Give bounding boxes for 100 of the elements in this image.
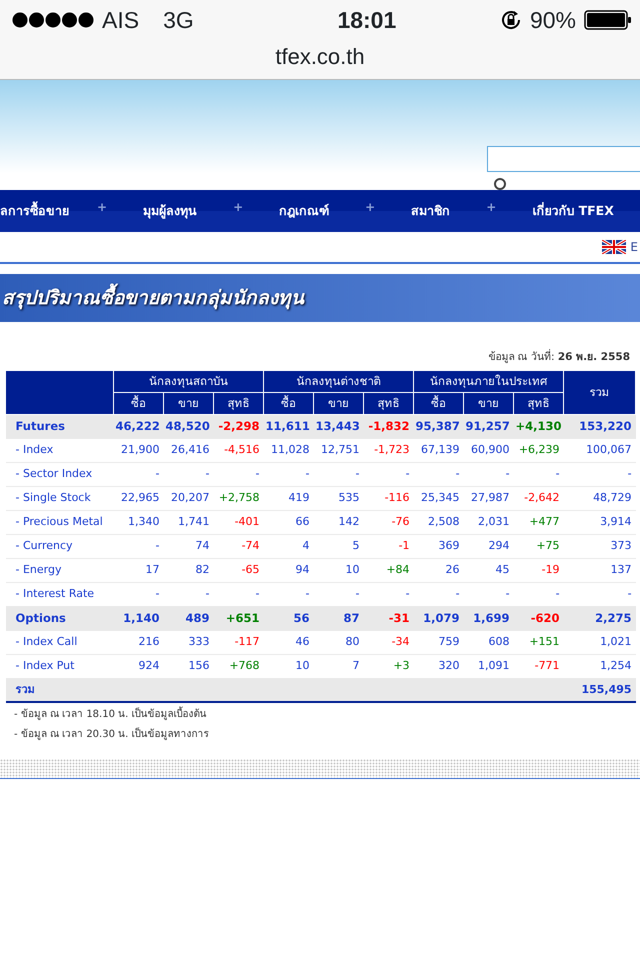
table-cell: 20,207 (164, 486, 214, 510)
table-cell: +651 (214, 606, 264, 630)
column-header: รวม (564, 370, 636, 414)
table-cell: 333 (164, 630, 214, 654)
table-cell: 12,751 (314, 438, 364, 462)
table-cell: - (364, 582, 414, 606)
nav-link[interactable]: กฎเกณฑ์ (279, 202, 330, 220)
search-icon[interactable] (493, 176, 507, 190)
table-cell: 11,028 (264, 438, 314, 462)
table-cell: 25,345 (414, 486, 464, 510)
row-label: - Index (6, 438, 114, 462)
total-value: 155,495 (564, 678, 636, 702)
nav-link[interactable]: มุมผู้ลงทุน (143, 202, 198, 220)
table-cell: -76 (364, 510, 414, 534)
column-header: ขาย (464, 392, 514, 414)
row-label: - Energy (6, 558, 114, 582)
table-cell: 216 (114, 630, 164, 654)
table-cell: 142 (314, 510, 364, 534)
table-cell: -620 (514, 606, 564, 630)
battery-icon (584, 10, 632, 30)
column-header: สุทธิ (364, 392, 414, 414)
table-cell: 1,254 (564, 654, 636, 678)
table-cell: +6,239 (514, 438, 564, 462)
signal-icon (12, 12, 94, 28)
table-cell: -771 (514, 654, 564, 678)
table-cell: 1,091 (464, 654, 514, 678)
column-header: สุทธิ (514, 392, 564, 414)
table-cell: 94 (264, 558, 314, 582)
table-cell: 535 (314, 486, 364, 510)
table-cell: -19 (514, 558, 564, 582)
column-group-header: นักลงทุนภายในประเทศ (414, 370, 564, 392)
column-header: ซื้อ (264, 392, 314, 414)
table-cell: 74 (164, 534, 214, 558)
table-cell: 924 (114, 654, 164, 678)
table-cell: 137 (564, 558, 636, 582)
table-cell: -65 (214, 558, 264, 582)
table-cell: 320 (414, 654, 464, 678)
table-cell: -117 (214, 630, 264, 654)
table-cell: 67,139 (414, 438, 464, 462)
table-cell: 1,340 (114, 510, 164, 534)
table-cell: -34 (364, 630, 414, 654)
table-cell: 17 (114, 558, 164, 582)
column-group-header: นักลงทุนสถาบัน (114, 370, 264, 392)
table-cell: - (564, 462, 636, 486)
table-cell: +84 (364, 558, 414, 582)
table-cell: -4,516 (214, 438, 264, 462)
table-cell: - (414, 582, 464, 606)
table-cell: - (214, 582, 264, 606)
table-cell: 13,443 (314, 414, 364, 438)
table-cell: 46,222 (114, 414, 164, 438)
nav-separator: + (233, 199, 244, 216)
nav-link[interactable]: สมาชิก (411, 202, 450, 220)
url-text[interactable]: tfex.co.th (275, 40, 365, 73)
table-cell: 80 (314, 630, 364, 654)
table-cell: - (114, 534, 164, 558)
table-cell: - (514, 462, 564, 486)
clock-time: 18:01 (336, 6, 398, 35)
table-cell: +4,130 (514, 414, 564, 438)
table-cell: +151 (514, 630, 564, 654)
flag-icon[interactable] (602, 240, 626, 254)
table-cell: 1,021 (564, 630, 636, 654)
table-cell: 5 (314, 534, 364, 558)
table-cell: +768 (214, 654, 264, 678)
column-header: ซื้อ (114, 392, 164, 414)
table-cell: 22,965 (114, 486, 164, 510)
table-cell: 1,699 (464, 606, 514, 630)
table-cell: - (214, 462, 264, 486)
network-label: 3G (163, 6, 194, 35)
column-header: ซื้อ (414, 392, 464, 414)
table-cell: 26,416 (164, 438, 214, 462)
table-cell: 1,079 (414, 606, 464, 630)
table-cell: - (464, 462, 514, 486)
table-cell: -1,832 (364, 414, 414, 438)
table-cell: 294 (464, 534, 514, 558)
table-cell: 4 (264, 534, 314, 558)
column-header: สุทธิ (214, 392, 264, 414)
table-cell: 2,275 (564, 606, 636, 630)
table-cell: 46 (264, 630, 314, 654)
table-cell: -2,642 (514, 486, 564, 510)
nav-link[interactable]: ลการซื้อขาย (0, 202, 69, 220)
table-cell: 10 (264, 654, 314, 678)
table-cell: 7 (314, 654, 364, 678)
nav-link[interactable]: เกี่ยวกับ TFEX (532, 202, 614, 220)
table-cell: 91,257 (464, 414, 514, 438)
group-label: Options (6, 606, 114, 630)
table-cell: - (364, 462, 414, 486)
row-label: - Single Stock (6, 486, 114, 510)
row-label: - Sector Index (6, 462, 114, 486)
table-cell: 1,140 (114, 606, 164, 630)
language-link[interactable]: E (630, 238, 638, 256)
table-cell: - (164, 462, 214, 486)
table-cell: 48,729 (564, 486, 636, 510)
row-label: - Index Put (6, 654, 114, 678)
table-cell: - (164, 582, 214, 606)
table-cell: 489 (164, 606, 214, 630)
table-cell: 373 (564, 534, 636, 558)
table-cell: 608 (464, 630, 514, 654)
search-field[interactable] (487, 146, 640, 172)
table-cell: 48,520 (164, 414, 214, 438)
table-cell: - (264, 582, 314, 606)
